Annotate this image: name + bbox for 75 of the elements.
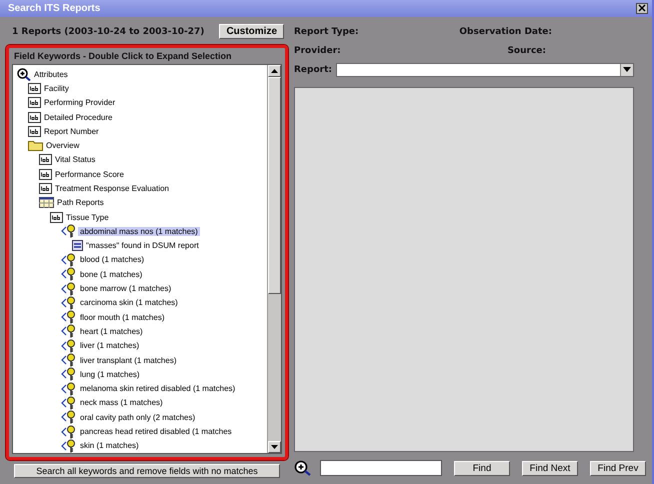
tree-item[interactable]: bone (1 matches) bbox=[78, 270, 144, 279]
tree-item[interactable]: Performance Score bbox=[53, 170, 126, 179]
tree-item[interactable]: abdominal mass nos (1 matches) bbox=[78, 226, 200, 236]
magnifier-icon bbox=[17, 68, 31, 81]
up-arrow-icon[interactable] bbox=[271, 68, 278, 73]
down-arrow-icon[interactable] bbox=[271, 445, 278, 449]
tree-item[interactable]: Report Number bbox=[42, 126, 101, 136]
field-label: Source: bbox=[507, 46, 546, 56]
report-summary: 1 Reports (2003-10-24 to 2003-10-27) bbox=[12, 26, 204, 37]
tree-item[interactable]: skin (1 matches) bbox=[78, 441, 141, 450]
text-field-icon bbox=[39, 154, 52, 166]
field-label: Report: bbox=[294, 64, 332, 75]
text-field-icon bbox=[28, 126, 41, 137]
find-input[interactable] bbox=[320, 460, 442, 476]
field-label: Provider: bbox=[294, 46, 341, 56]
tree-item[interactable]: "masses" found in DSUM report bbox=[84, 241, 201, 250]
tree-item[interactable]: liver transplant (1 matches) bbox=[78, 356, 178, 365]
tree-item[interactable]: Overview bbox=[44, 141, 82, 150]
text-field-icon bbox=[39, 183, 52, 194]
text-field-icon bbox=[39, 168, 52, 180]
tree-item[interactable]: heart (1 matches) bbox=[78, 326, 145, 336]
tree-item[interactable]: Path Reports bbox=[55, 198, 106, 208]
tree-item[interactable]: Treatment Response Evaluation bbox=[53, 184, 171, 193]
key-icon bbox=[61, 438, 77, 453]
tree-item[interactable]: lung (1 matches) bbox=[78, 370, 142, 379]
key-icon bbox=[61, 324, 77, 338]
tree-item[interactable]: neck mass (1 matches) bbox=[78, 398, 165, 408]
window-title: Search ITS Reports bbox=[8, 2, 100, 14]
tree-item[interactable]: carcinoma skin (1 matches) bbox=[78, 298, 180, 308]
tree-item[interactable]: pancreas head retired disabled (1 matches bbox=[78, 427, 234, 436]
key-icon bbox=[61, 396, 77, 410]
key-icon bbox=[61, 382, 77, 396]
text-field-icon bbox=[28, 82, 41, 94]
key-icon bbox=[61, 338, 77, 353]
key-icon bbox=[61, 353, 77, 368]
dropdown-arrow-icon bbox=[623, 67, 631, 72]
find-button[interactable]: Find Next bbox=[522, 460, 578, 476]
tree-item[interactable]: floor mouth (1 matches) bbox=[78, 312, 166, 322]
zoom-in-icon[interactable] bbox=[294, 460, 312, 476]
customize-button[interactable]: Customize bbox=[219, 24, 284, 40]
text-field-icon bbox=[28, 112, 41, 123]
report-dropdown[interactable] bbox=[336, 62, 634, 77]
scrollbar[interactable] bbox=[267, 64, 281, 453]
field-label: Observation Date: bbox=[459, 27, 552, 38]
folder-icon bbox=[28, 140, 43, 152]
tree-item[interactable]: oral cavity path only (2 matches) bbox=[78, 412, 198, 422]
tree-item[interactable]: melanoma skin retired disabled (1 matches) bbox=[78, 384, 238, 394]
tree-item[interactable]: bone marrow (1 matches) bbox=[78, 284, 174, 294]
key-icon bbox=[61, 224, 77, 238]
key-icon bbox=[61, 367, 77, 382]
tree-item[interactable]: blood (1 matches) bbox=[78, 255, 146, 264]
tree-item[interactable]: Performing Provider bbox=[42, 98, 118, 108]
key-icon bbox=[61, 282, 77, 296]
tree-item[interactable]: Tissue Type bbox=[64, 212, 111, 222]
table-icon bbox=[39, 197, 54, 208]
tree-item[interactable]: Detailed Procedure bbox=[42, 112, 114, 122]
tree-item[interactable]: Facility bbox=[42, 84, 71, 93]
find-button[interactable]: Find Prev bbox=[590, 460, 646, 476]
text-field-icon bbox=[50, 212, 63, 223]
tree-item[interactable]: Vital Status bbox=[53, 155, 98, 164]
key-icon bbox=[61, 310, 77, 324]
key-icon bbox=[61, 252, 77, 267]
panel-title: Field Keywords - Double Click to Expand Selection bbox=[13, 50, 233, 63]
search-all-button[interactable]: Search all keywords and remove fields with no matches bbox=[14, 464, 280, 478]
key-icon bbox=[61, 410, 77, 424]
key-icon bbox=[61, 424, 77, 439]
tree-item[interactable]: liver (1 matches) bbox=[78, 341, 142, 350]
tree-item[interactable]: Attributes bbox=[32, 70, 70, 79]
key-icon bbox=[61, 296, 77, 310]
document-icon bbox=[72, 240, 83, 252]
key-icon bbox=[61, 267, 77, 282]
find-button[interactable]: Find bbox=[454, 460, 510, 476]
close-button[interactable] bbox=[636, 2, 648, 14]
field-label: Report Type: bbox=[294, 27, 359, 38]
text-field-icon bbox=[28, 97, 41, 108]
